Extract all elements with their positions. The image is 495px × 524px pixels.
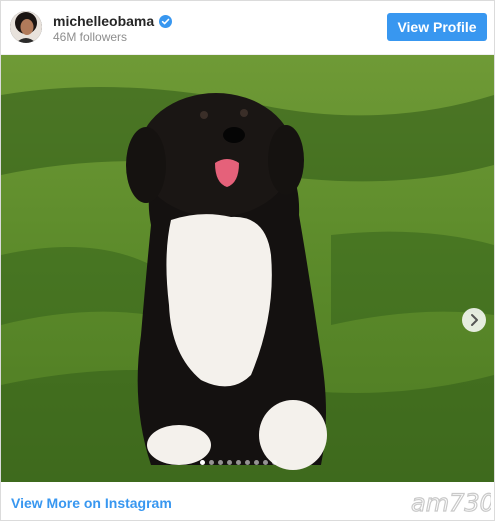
chevron-right-icon <box>471 314 478 326</box>
next-arrow-button[interactable] <box>462 308 486 332</box>
am730-watermark-logo: am730 <box>410 485 495 519</box>
username-row: michelleobama <box>53 12 173 30</box>
carousel-dot <box>236 460 241 465</box>
post-image[interactable] <box>1 55 494 482</box>
view-more-link[interactable]: View More on Instagram <box>11 495 172 511</box>
carousel-dot <box>245 460 250 465</box>
view-profile-button[interactable]: View Profile <box>387 13 487 41</box>
follower-count: 46M followers <box>53 30 128 44</box>
instagram-embed: michelleobama 46M followers View Profile <box>0 0 495 521</box>
carousel-dot <box>254 460 259 465</box>
carousel-indicator <box>200 460 277 465</box>
carousel-dot <box>209 460 214 465</box>
avatar-image <box>10 11 42 43</box>
username[interactable]: michelleobama <box>53 13 154 29</box>
dog-photo <box>1 55 494 482</box>
carousel-dot <box>200 460 205 465</box>
carousel-dot <box>263 460 268 465</box>
carousel-dot <box>218 460 223 465</box>
svg-text:am730: am730 <box>411 489 491 517</box>
verified-badge-icon <box>159 14 173 28</box>
carousel-dot <box>272 460 277 465</box>
carousel-dot <box>227 460 232 465</box>
post-header: michelleobama 46M followers View Profile <box>1 1 494 55</box>
avatar[interactable] <box>10 11 42 43</box>
